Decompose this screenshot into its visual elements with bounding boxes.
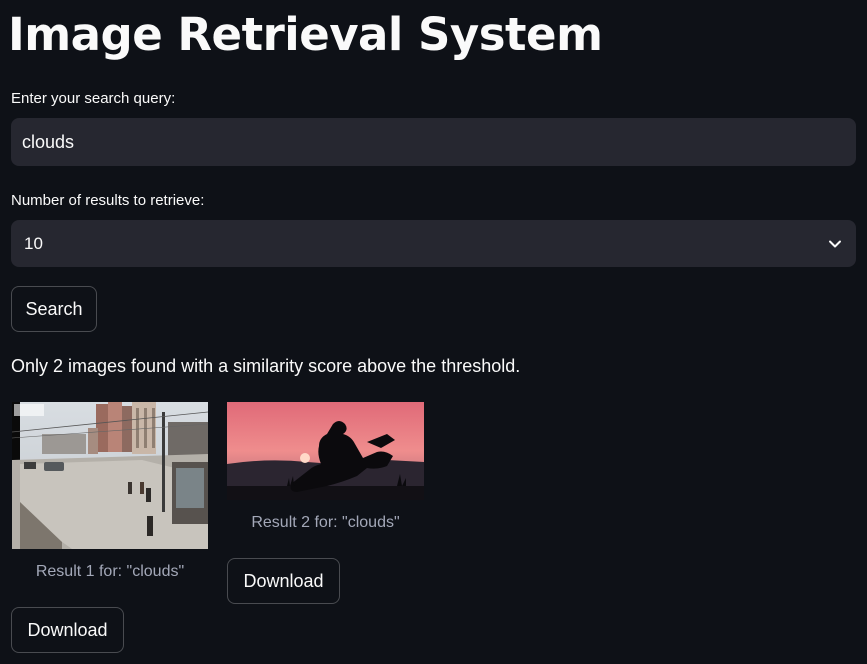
result-2-caption: Result 2 for: "clouds" [251,514,400,531]
search-input[interactable] [11,118,856,166]
search-query-label: Enter your search query: [11,90,176,107]
result-1-caption: Result 1 for: "clouds" [35,563,185,580]
num-results-select[interactable]: 10 [11,220,856,267]
num-results-label: Number of results to retrieve: [11,192,205,209]
street-scene-icon [12,402,208,549]
result-1-download-button[interactable]: Download [11,607,124,653]
info-message: Only 2 images found with a similarity sc… [11,356,521,376]
chevron-down-icon [829,240,841,247]
sunset-silhouette-icon [227,402,424,500]
search-button[interactable]: Search [11,286,97,332]
result-1-image [12,402,208,549]
num-results-value: 10 [24,233,43,253]
result-2-download-button[interactable]: Download [227,558,340,604]
page-title: Image Retrieval System [8,8,603,61]
result-2-image [227,402,424,500]
app-page: Image Retrieval System Enter your search… [0,0,867,664]
